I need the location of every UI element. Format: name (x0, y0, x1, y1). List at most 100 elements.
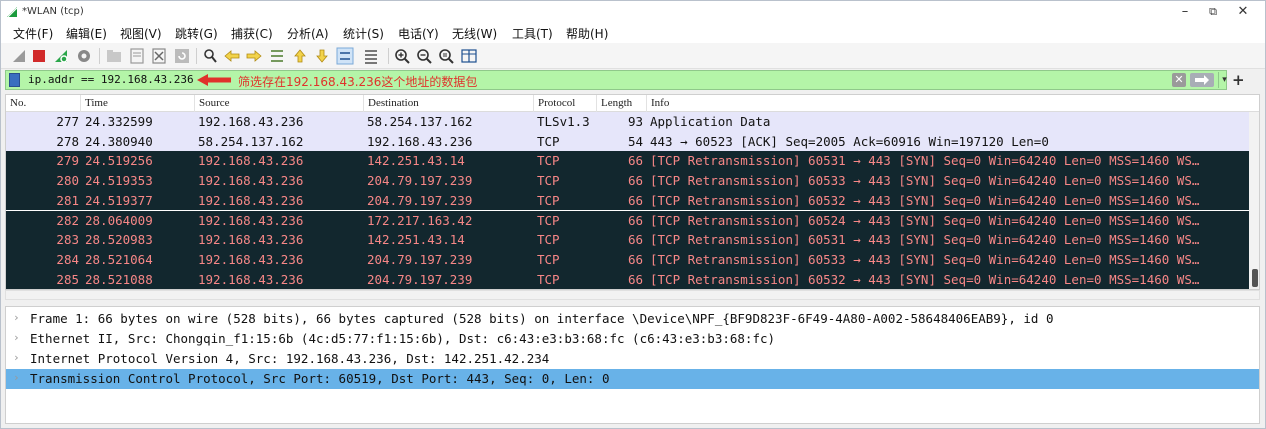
column-no[interactable]: No. (6, 95, 81, 112)
cell-time: 24.519256 (85, 153, 153, 169)
close-file-icon[interactable] (150, 47, 168, 65)
cell-length: 66 (627, 251, 643, 267)
save-icon[interactable] (128, 47, 146, 65)
packet-row[interactable]: 279 24.519256 192.168.43.236 142.251.43.14 T… (6, 151, 1249, 172)
reload-icon[interactable] (173, 47, 191, 65)
cell-length: 66 (627, 212, 643, 228)
title-bar: *WLAN (tcp) – ⧉ ✕ (1, 1, 1265, 23)
packet-list-scrollbar[interactable] (1249, 112, 1259, 289)
cell-no: 282 (56, 212, 79, 228)
zoom-reset-icon[interactable] (437, 47, 455, 65)
expand-chevron-icon[interactable]: › (13, 351, 20, 364)
last-icon[interactable] (313, 47, 331, 65)
cell-info: [TCP Retransmission] 60531 → 443 [SYN] S… (650, 232, 1200, 248)
cell-no: 278 (56, 133, 79, 149)
filter-history-dropdown[interactable]: ▾ (1218, 72, 1230, 88)
detail-tree-item[interactable]: › Internet Protocol Version 4, Src: 192.1… (6, 349, 1259, 369)
cell-length: 66 (627, 232, 643, 248)
packet-row[interactable]: 280 24.519353 192.168.43.236 204.79.197.239… (6, 171, 1249, 191)
cell-no: 281 (56, 192, 79, 208)
cell-protocol: TCP (537, 232, 560, 248)
close-button[interactable]: ✕ (1223, 1, 1263, 23)
menu-capture[interactable]: 捕获(C) (231, 25, 273, 42)
packet-row[interactable]: 278 24.380940 58.254.137.162 192.168.43.236… (6, 131, 1249, 152)
menu-telephony[interactable]: 电话(Y) (398, 25, 439, 42)
options-gear-icon[interactable] (75, 47, 93, 65)
column-info[interactable]: Info (647, 95, 1259, 112)
expand-chevron-icon[interactable]: › (13, 371, 20, 384)
zoom-out-icon[interactable] (415, 47, 433, 65)
packet-row[interactable]: 277 24.332599 192.168.43.236 58.254.137.162… (6, 112, 1249, 132)
cell-info: [TCP Retransmission] 60533 → 443 [SYN] S… (650, 173, 1200, 189)
back-icon[interactable] (223, 47, 241, 65)
packet-list-header: No. Time Source Destination Protocol Len… (6, 95, 1259, 112)
cell-source: 192.168.43.236 (198, 173, 304, 189)
packet-row[interactable]: 285 28.521088 192.168.43.236 204.79.197.239… (6, 269, 1249, 289)
first-icon[interactable] (291, 47, 309, 65)
menu-statistics[interactable]: 统计(S) (343, 25, 384, 42)
detail-tree-item[interactable]: › Frame 1: 66 bytes on wire (528 bits), 6… (6, 309, 1259, 329)
zoom-in-icon[interactable] (393, 47, 411, 65)
packet-row[interactable]: 284 28.521064 192.168.43.236 204.79.197.239… (6, 249, 1249, 270)
detail-tree-item[interactable]: › Ethernet II, Src: Chongqin_f1:15:6b (4c… (6, 329, 1259, 349)
cell-protocol: TCP (537, 251, 560, 267)
cell-source: 192.168.43.236 (198, 192, 304, 208)
menu-wireless[interactable]: 无线(W) (452, 25, 497, 42)
scrollbar-thumb[interactable] (1252, 269, 1258, 287)
cell-time: 24.519377 (85, 192, 153, 208)
expand-chevron-icon[interactable]: › (13, 331, 20, 344)
cell-protocol: TCP (537, 192, 560, 208)
column-destination[interactable]: Destination (364, 95, 534, 112)
detail-text: Ethernet II, Src: Chongqin_f1:15:6b (4c:… (30, 331, 776, 346)
packet-row[interactable]: 281 24.519377 192.168.43.236 204.79.197.239… (6, 190, 1249, 211)
menu-file[interactable]: 文件(F) (13, 25, 53, 42)
menu-help[interactable]: 帮助(H) (566, 25, 608, 42)
stop-icon[interactable] (30, 47, 48, 65)
detail-text: Frame 1: 66 bytes on wire (528 bits), 66… (30, 311, 1054, 326)
packet-row[interactable]: 283 28.520983 192.168.43.236 142.251.43.14 T… (6, 230, 1249, 250)
column-source[interactable]: Source (195, 95, 364, 112)
forward-icon[interactable] (245, 47, 263, 65)
packet-list-hscrollbar[interactable] (5, 290, 1260, 300)
cell-length: 54 (627, 133, 643, 149)
resize-columns-icon[interactable] (460, 47, 478, 65)
cell-time: 24.380940 (85, 133, 153, 149)
cell-destination: 192.168.43.236 (367, 133, 473, 149)
menu-edit[interactable]: 编辑(E) (66, 25, 107, 42)
column-time[interactable]: Time (81, 95, 195, 112)
packet-row[interactable]: 282 28.064009 192.168.43.236 172.217.163.42… (6, 210, 1249, 231)
filter-bookmark-icon[interactable] (9, 73, 20, 87)
cell-info: [TCP Retransmission] 60532 → 443 [SYN] S… (650, 271, 1200, 287)
cell-destination: 142.251.43.14 (367, 232, 465, 248)
open-folder-icon[interactable] (105, 47, 123, 65)
cell-destination: 172.217.163.42 (367, 212, 473, 228)
window-title: *WLAN (tcp) (22, 6, 84, 17)
wireshark-window: *WLAN (tcp) – ⧉ ✕ 文件(F) 编辑(E) 视图(V) 跳转(G… (0, 0, 1266, 429)
autoscroll-icon[interactable] (336, 47, 354, 65)
menu-go[interactable]: 跳转(G) (175, 25, 218, 42)
column-protocol[interactable]: Protocol (534, 95, 597, 112)
cell-time: 24.332599 (85, 114, 153, 129)
display-filter-input[interactable]: ip.addr == 192.168.43.236 (28, 73, 194, 86)
add-filter-button[interactable]: + (1232, 71, 1245, 89)
menu-tools[interactable]: 工具(T) (512, 25, 553, 42)
menu-view[interactable]: 视图(V) (120, 25, 162, 42)
cell-info: [TCP Retransmission] 60532 → 443 [SYN] S… (650, 192, 1200, 208)
find-icon[interactable] (201, 47, 219, 65)
menu-analyze[interactable]: 分析(A) (287, 25, 329, 42)
goto-icon[interactable] (268, 47, 286, 65)
clear-filter-icon[interactable]: ✕ (1172, 73, 1186, 87)
shark-fin-start-icon[interactable] (10, 47, 28, 65)
cell-source: 192.168.43.236 (198, 153, 304, 169)
cell-info: [TCP Retransmission] 60531 → 443 [SYN] S… (650, 153, 1200, 169)
cell-info: [TCP Retransmission] 60524 → 443 [SYN] S… (650, 212, 1200, 228)
expand-chevron-icon[interactable]: › (13, 311, 20, 324)
wireshark-app-icon (7, 7, 18, 18)
column-length[interactable]: Length (597, 95, 647, 112)
apply-filter-button[interactable] (1190, 73, 1214, 87)
colorize-icon[interactable] (362, 47, 380, 65)
cell-source: 58.254.137.162 (198, 133, 304, 149)
restart-icon[interactable] (52, 47, 70, 65)
detail-tree-item[interactable]: › Transmission Control Protocol, Src Port… (6, 369, 1259, 389)
cell-source: 192.168.43.236 (198, 212, 304, 228)
